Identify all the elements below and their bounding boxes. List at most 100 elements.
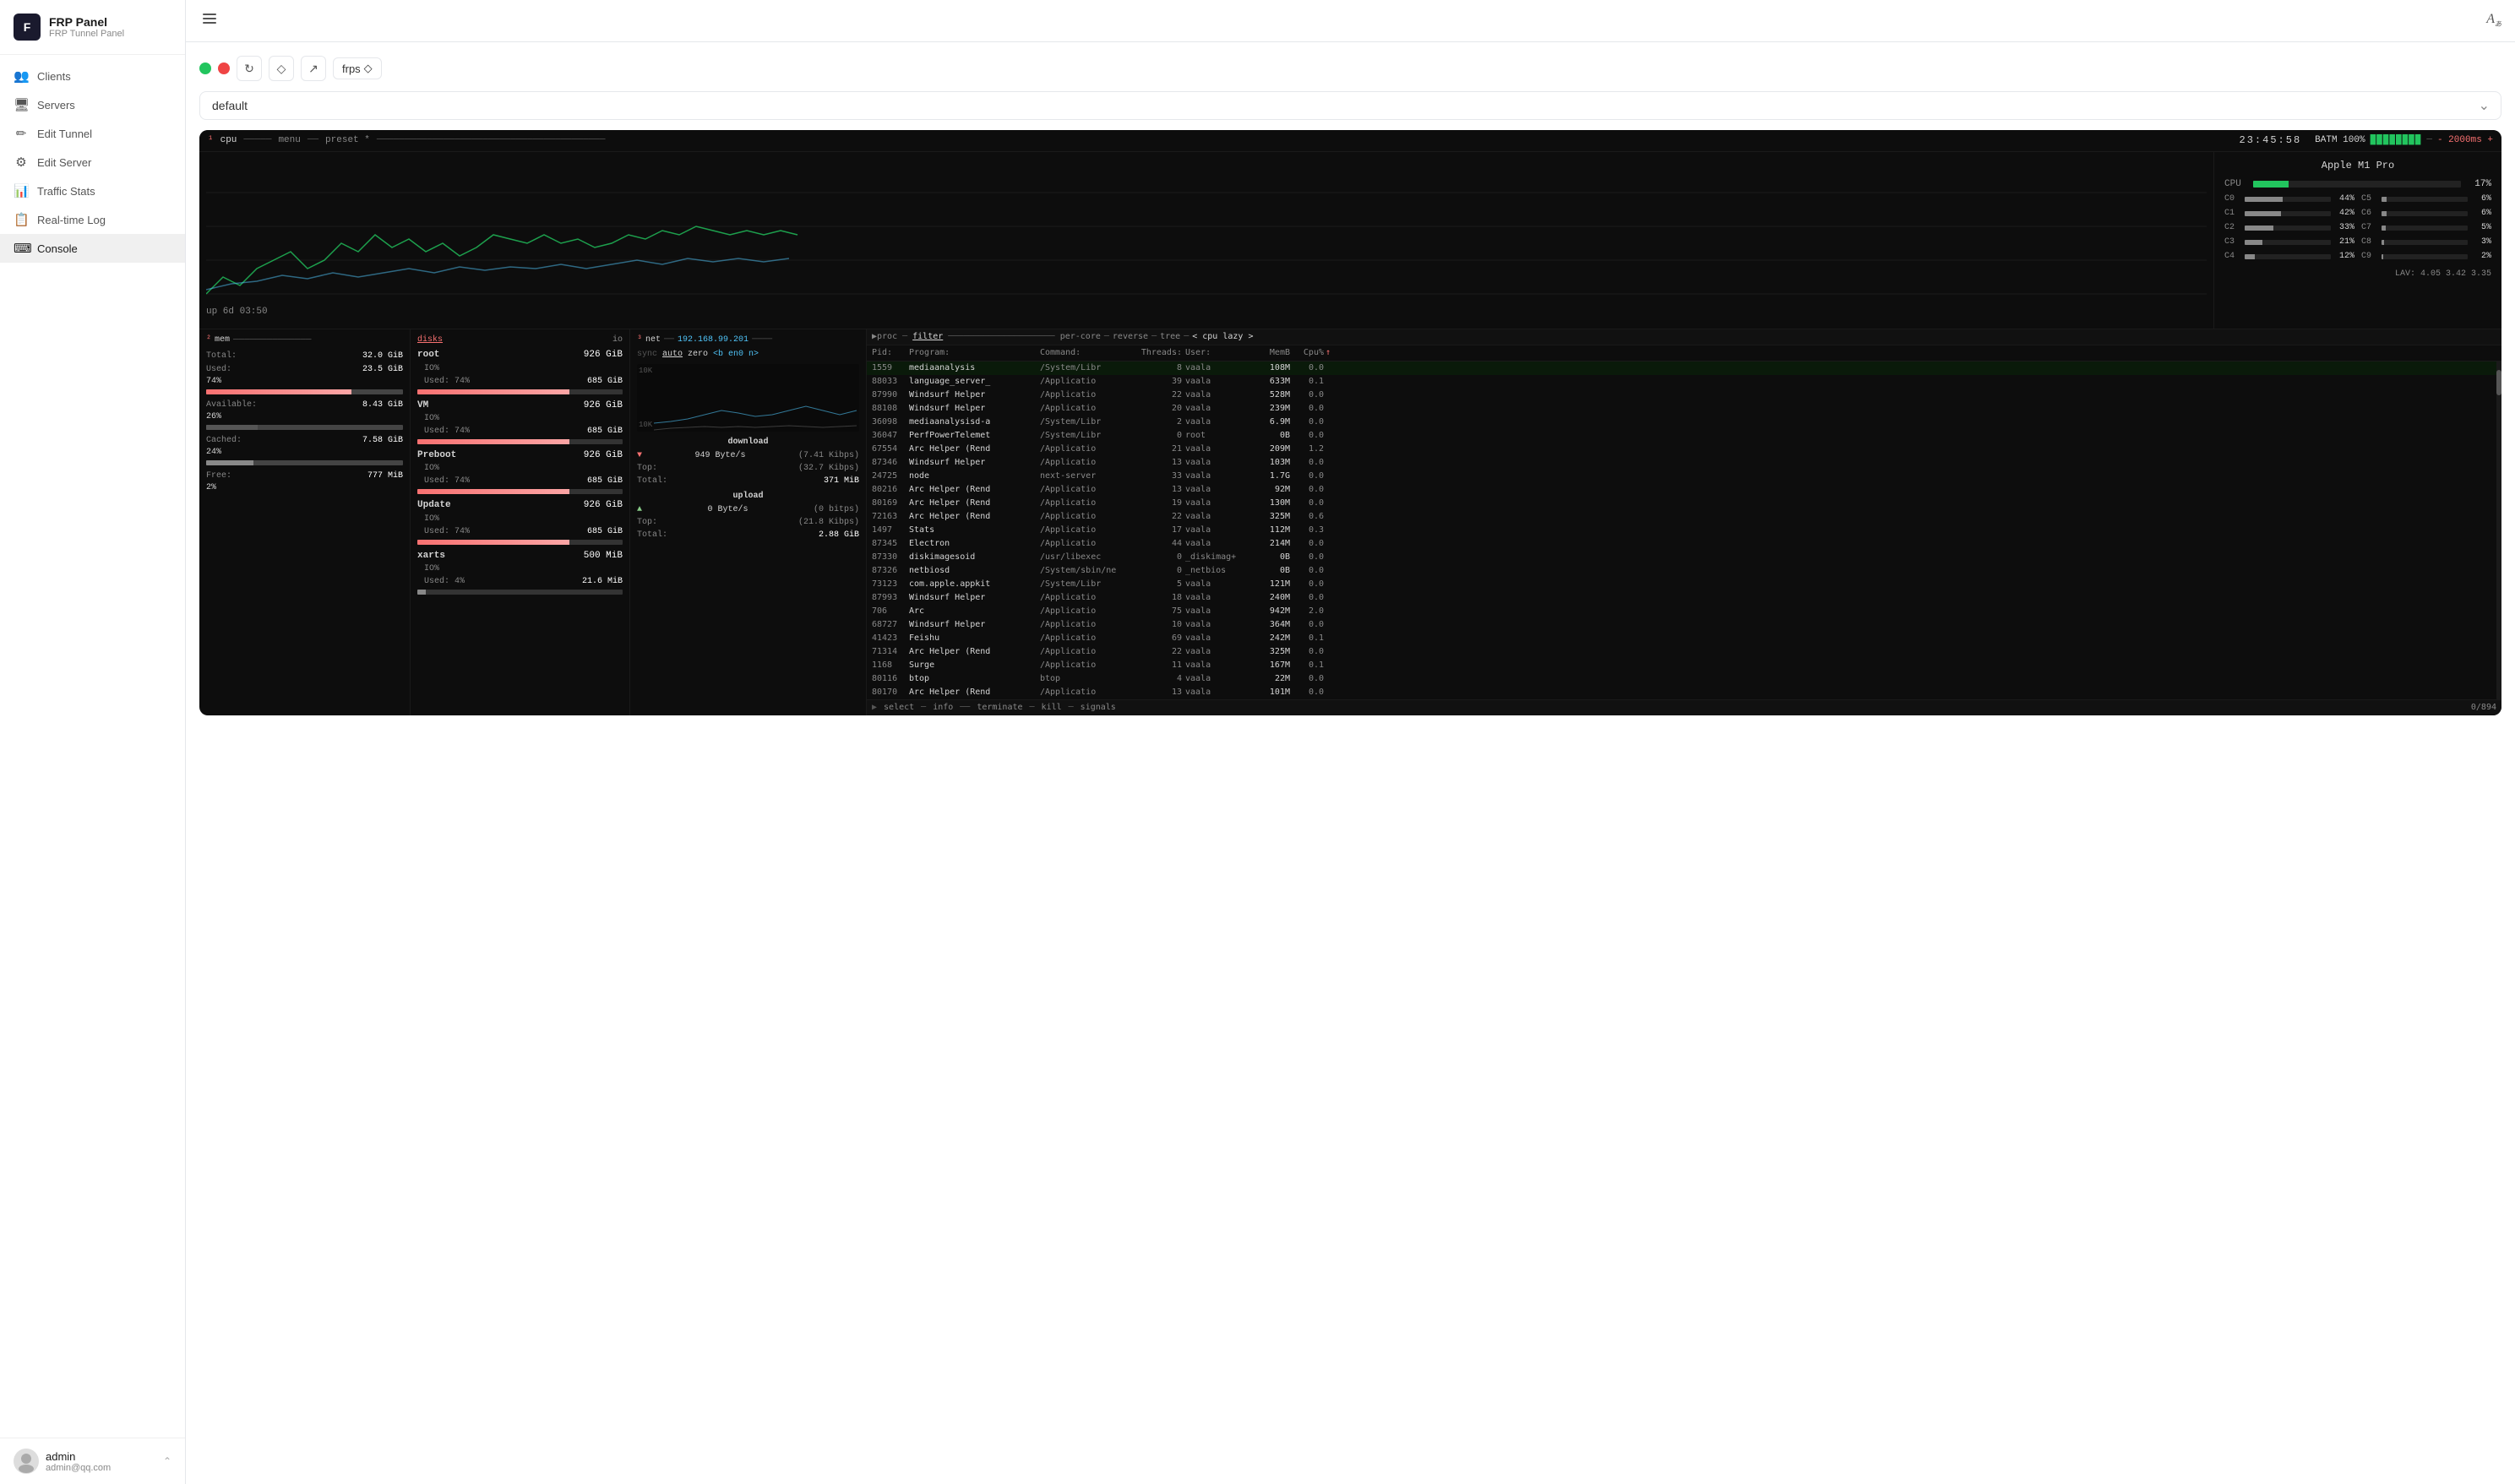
server-select[interactable]: default	[199, 91, 2501, 120]
proc-cpu: 0.0	[1290, 484, 1324, 496]
sidebar-item-edit-tunnel[interactable]: ✏ Edit Tunnel	[0, 119, 185, 148]
translate-icon[interactable]: Aあ	[2486, 12, 2501, 29]
sidebar-item-realtime-log[interactable]: 📋 Real-time Log	[0, 205, 185, 234]
proc-pid: 80116	[872, 673, 909, 685]
proc-mem: 239M	[1246, 403, 1290, 415]
proc-scrollbar-thumb[interactable]	[2496, 370, 2501, 395]
sidebar-item-edit-server[interactable]: ⚙ Edit Server	[0, 148, 185, 177]
proc-pid: 80170	[872, 687, 909, 699]
proc-tree-btn[interactable]: tree	[1160, 331, 1180, 343]
col-threads: Threads:	[1133, 347, 1182, 359]
ul-total-val: 2.88 GiB	[819, 530, 859, 541]
app-logo: F	[14, 14, 41, 41]
net-scale-bottom: 10K	[639, 420, 652, 431]
proc-pid: 87990	[872, 389, 909, 401]
user-menu-chevron[interactable]: ⌃	[163, 1455, 171, 1467]
tab-preset[interactable]: preset *	[325, 134, 370, 147]
proc-cmd: /usr/libexec	[1040, 552, 1133, 563]
proc-filter-btn[interactable]: filter	[912, 331, 943, 343]
proc-mem: 242M	[1246, 633, 1290, 644]
disk-preboot-bar	[417, 489, 623, 494]
proc-cpu: 0.0	[1290, 646, 1324, 658]
proc-mem: 214M	[1246, 538, 1290, 550]
mem-avail-row: Available: 8.43 GiB	[206, 400, 403, 411]
clients-icon: 👥	[14, 68, 29, 84]
ul-speed-row: ▲ 0 Byte/s (0 bitps)	[637, 504, 859, 516]
table-row: 87990 Windsurf Helper /Applicatio 22 vaa…	[867, 389, 2501, 402]
refresh-button[interactable]: ↻	[237, 56, 262, 81]
proc-header-filter-label: ▶proc	[872, 331, 897, 343]
proc-cmd: /Applicatio	[1040, 633, 1133, 644]
sidebar-item-console[interactable]: ⌨ Console	[0, 234, 185, 263]
mem-tab-num: ²	[206, 334, 211, 347]
proc-signals-btn[interactable]: signals	[1081, 702, 1116, 714]
col-sort-arrow: ↑	[1326, 347, 1331, 359]
sidebar-item-label: Clients	[37, 70, 71, 83]
net-sync: sync	[637, 349, 657, 361]
proc-pid: 87345	[872, 538, 909, 550]
sidebar-toggle-button[interactable]	[199, 8, 220, 33]
proc-cmd: /Applicatio	[1040, 484, 1133, 496]
tab-cpu[interactable]: cpu	[220, 134, 237, 147]
interval-display: - 2000ms +	[2437, 134, 2493, 147]
table-row: 41423 Feishu /Applicatio 69 vaala 242M 0…	[867, 632, 2501, 645]
app-subtitle: FRP Tunnel Panel	[49, 29, 124, 39]
frps-dropdown[interactable]: frps ◇	[333, 57, 382, 79]
proc-mem: 0B	[1246, 430, 1290, 442]
proc-reverse-btn[interactable]: reverse	[1113, 331, 1148, 343]
proc-rows-container: 1559 mediaanalysis /System/Libr 8 vaala …	[867, 361, 2501, 699]
mem-cached-val: 7.58 GiB	[362, 435, 403, 447]
proc-thr: 13	[1133, 484, 1182, 496]
net-auto: auto	[662, 349, 683, 361]
sidebar-item-label: Edit Tunnel	[37, 128, 92, 140]
proc-cpu: 0.0	[1290, 565, 1324, 577]
proc-prog: Windsurf Helper	[909, 592, 1040, 604]
net-sep2: ────	[752, 334, 772, 346]
proc-pid: 41423	[872, 633, 909, 644]
core-c5: C5 6%	[2361, 193, 2491, 205]
disk-preboot-io: IO%	[424, 463, 623, 475]
proc-pid: 72163	[872, 511, 909, 523]
cpu-pct: 17%	[2466, 178, 2491, 191]
proc-sort[interactable]: < cpu lazy >	[1192, 331, 1253, 343]
proc-panel: ▶proc ─ filter ───────────────────── per…	[867, 329, 2501, 715]
server-select-wrapper: default	[199, 91, 2501, 120]
proc-thr: 33	[1133, 470, 1182, 482]
export-button[interactable]: ↗	[301, 56, 326, 81]
mem-total-val: 32.0 GiB	[362, 351, 403, 362]
mem-used-bar	[206, 389, 403, 394]
proc-user: vaala	[1185, 525, 1246, 536]
proc-user: vaala	[1185, 497, 1246, 509]
sidebar-item-traffic-stats[interactable]: 📊 Traffic Stats	[0, 177, 185, 205]
dl-total-row: Total: 371 MiB	[637, 476, 859, 487]
disk-root-bar	[417, 389, 623, 394]
proc-kill-btn[interactable]: kill	[1042, 702, 1062, 714]
tab-sep-2: ──	[308, 134, 318, 147]
tab-menu[interactable]: menu	[278, 134, 300, 147]
proc-prog: Arc Helper (Rend	[909, 687, 1040, 699]
proc-thr: 22	[1133, 389, 1182, 401]
dl-total-val: 371 MiB	[824, 476, 859, 487]
proc-mem: 240M	[1246, 592, 1290, 604]
proc-select-btn[interactable]: select	[884, 702, 914, 714]
net-iface-label: 192.168.99.201	[678, 334, 749, 346]
proc-user: vaala	[1185, 403, 1246, 415]
proc-percore-btn[interactable]: per-core	[1060, 331, 1101, 343]
content-area: ↻ ◇ ↗ frps ◇ default ¹ cpu ────	[186, 42, 2515, 1484]
net-mode-row: sync auto zero <b en0 n>	[637, 349, 859, 361]
sidebar-item-label: Servers	[37, 99, 75, 111]
table-row: 88033 language_server_ /Applicatio 39 va…	[867, 375, 2501, 389]
net-graph: 10K 10K	[637, 364, 859, 432]
disk-update-io: IO%	[424, 514, 623, 525]
diamond-button[interactable]: ◇	[269, 56, 294, 81]
sidebar-item-clients[interactable]: 👥 Clients	[0, 62, 185, 90]
proc-info-btn[interactable]: info	[933, 702, 953, 714]
sidebar-item-servers[interactable]: 🖥 Servers	[0, 90, 185, 119]
proc-foot-sep1: ─	[921, 702, 926, 714]
proc-terminate-btn[interactable]: terminate	[977, 702, 1022, 714]
proc-scrollbar-track[interactable]	[2496, 361, 2501, 699]
proc-user: vaala	[1185, 633, 1246, 644]
proc-mem: 942M	[1246, 606, 1290, 617]
disk-update-bar	[417, 540, 623, 545]
terminal-time: 23:45:58	[2240, 133, 2302, 148]
